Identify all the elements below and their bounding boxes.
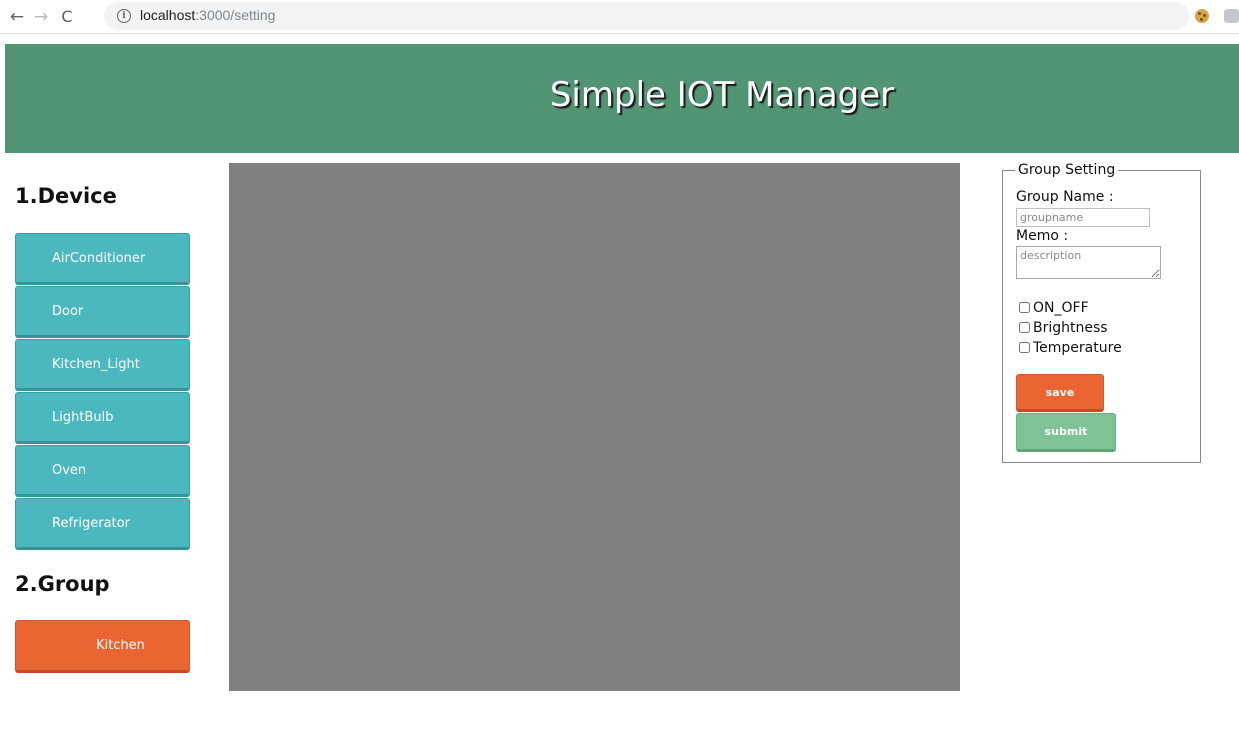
address-bar[interactable]: i localhost:3000/setting ☆: [104, 2, 1189, 30]
brightness-checkbox[interactable]: [1019, 322, 1030, 333]
info-icon[interactable]: i: [117, 9, 131, 23]
url-host: localhost: [140, 7, 196, 23]
temperature-label: Temperature: [1033, 340, 1122, 356]
app-title: Simple IOT Manager: [549, 75, 895, 115]
on-off-checkbox[interactable]: [1019, 302, 1030, 313]
url-text: localhost:3000/setting: [140, 7, 275, 23]
option-brightness[interactable]: Brightness: [1019, 319, 1108, 338]
device-button-lightbulb[interactable]: LightBulb: [15, 392, 190, 444]
device-section-title: 1.Device: [15, 184, 117, 208]
memo-textarea[interactable]: [1016, 246, 1161, 279]
device-button-door[interactable]: Door: [15, 286, 190, 338]
brightness-label: Brightness: [1033, 320, 1108, 336]
temperature-checkbox[interactable]: [1019, 342, 1030, 353]
option-temperature[interactable]: Temperature: [1019, 339, 1122, 358]
forward-arrow-icon[interactable]: →: [30, 6, 52, 28]
group-section-title: 2.Group: [15, 572, 110, 596]
back-arrow-icon[interactable]: ←: [6, 6, 28, 28]
browser-toolbar: ← → C i localhost:3000/setting ☆: [0, 0, 1239, 34]
submit-button[interactable]: submit: [1016, 413, 1116, 452]
group-button-kitchen[interactable]: Kitchen: [15, 620, 190, 673]
device-button-airconditioner[interactable]: AirConditioner: [15, 233, 190, 285]
device-button-oven[interactable]: Oven: [15, 445, 190, 497]
on-off-label: ON_OFF: [1033, 300, 1089, 316]
url-path: :3000/setting: [195, 7, 276, 23]
group-name-label: Group Name :: [1016, 189, 1114, 205]
app-header: Simple IOT Manager: [5, 44, 1239, 153]
memo-label: Memo :: [1016, 228, 1069, 244]
extension-icon[interactable]: [1224, 9, 1239, 23]
cookie-extension-icon[interactable]: [1195, 9, 1209, 23]
device-canvas[interactable]: [229, 163, 960, 691]
option-on-off[interactable]: ON_OFF: [1019, 299, 1089, 318]
device-button-refrigerator[interactable]: Refrigerator: [15, 498, 190, 550]
group-setting-panel: Group Setting Group Name : Memo : ON_OFF…: [1002, 162, 1201, 463]
device-list: AirConditioner Door Kitchen_Light LightB…: [15, 233, 190, 551]
group-setting-legend: Group Setting: [1015, 162, 1119, 178]
reload-icon[interactable]: C: [56, 6, 78, 28]
device-button-kitchen-light[interactable]: Kitchen_Light: [15, 339, 190, 391]
group-name-input[interactable]: [1016, 208, 1150, 227]
save-button[interactable]: save: [1016, 374, 1104, 412]
